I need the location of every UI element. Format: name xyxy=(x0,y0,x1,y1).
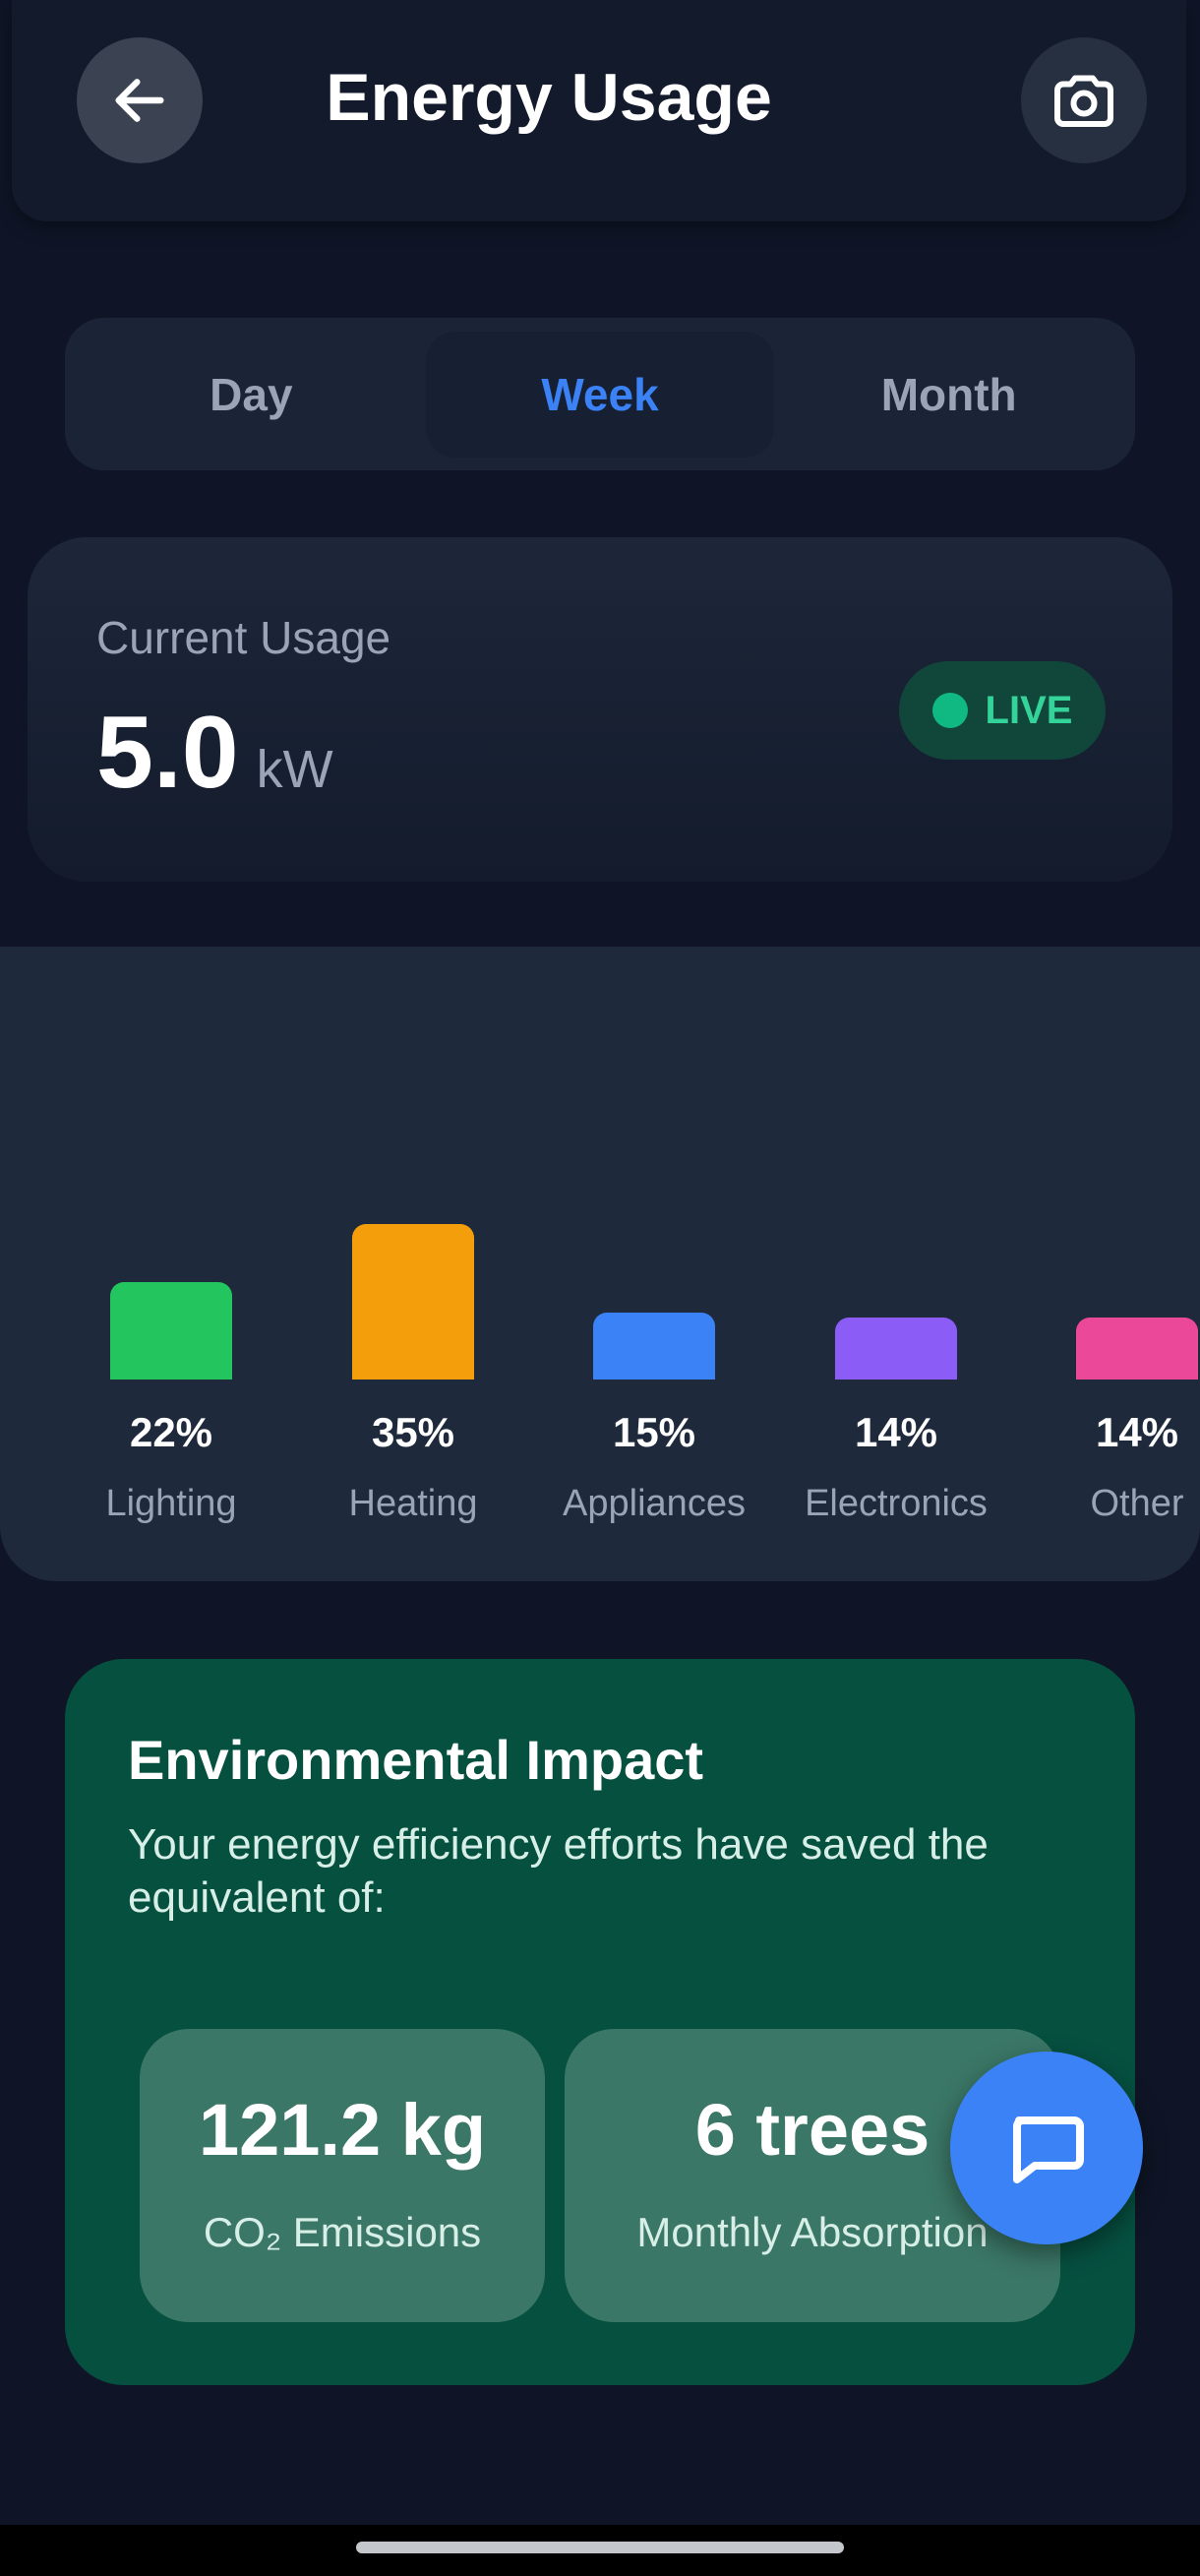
usage-value: 5.0 kW xyxy=(96,695,333,812)
chat-fab-button[interactable] xyxy=(950,2052,1143,2244)
home-indicator[interactable] xyxy=(356,2542,844,2553)
bar-percent: 35% xyxy=(371,1409,455,1455)
bar-percent: 14% xyxy=(854,1409,938,1455)
page-title: Energy Usage xyxy=(326,60,772,135)
bar-percent: 22% xyxy=(129,1409,213,1455)
bar-label: Heating xyxy=(348,1483,478,1524)
bar-lighting xyxy=(110,1282,232,1380)
co2-stat: 121.2 kg CO₂ Emissions xyxy=(140,2029,545,2322)
live-label: LIVE xyxy=(985,688,1073,732)
live-dot-icon xyxy=(931,693,968,728)
energy-usage-screen: Energy Usage Day Week Month Current Usag… xyxy=(0,0,1200,2576)
bar-percent: 14% xyxy=(1095,1409,1179,1455)
camera-button[interactable] xyxy=(1021,37,1147,163)
app-header: Energy Usage xyxy=(12,0,1186,221)
stat-label: CO₂ Emissions xyxy=(203,2209,482,2255)
bar-label: Appliances xyxy=(563,1483,746,1524)
bar-heating xyxy=(352,1224,474,1380)
env-title: Environmental Impact xyxy=(128,1729,704,1791)
camera-icon xyxy=(1054,75,1113,127)
usage-unit: kW xyxy=(256,740,333,799)
bar-label: Lighting xyxy=(105,1483,237,1524)
period-tabs: Day Week Month xyxy=(65,318,1135,470)
usage-number: 5.0 xyxy=(96,696,239,810)
tab-day[interactable]: Day xyxy=(77,332,426,458)
usage-label: Current Usage xyxy=(96,612,391,663)
tab-week[interactable]: Week xyxy=(425,331,775,458)
bar-percent: 15% xyxy=(612,1409,696,1455)
bar-electronics xyxy=(835,1318,957,1380)
bar-label: Other xyxy=(1090,1483,1184,1524)
bar-label: Electronics xyxy=(805,1483,988,1524)
live-badge: LIVE xyxy=(899,661,1106,760)
bar-appliances xyxy=(593,1313,715,1380)
usage-breakdown-chart: 22% Lighting 35% Heating 15% Appliances … xyxy=(0,947,1200,1581)
tab-month[interactable]: Month xyxy=(774,332,1123,458)
environmental-impact-card: Environmental Impact Your energy efficie… xyxy=(65,1659,1135,2385)
chat-icon xyxy=(1013,2116,1084,2183)
stat-value: 121.2 kg xyxy=(198,2089,487,2171)
bar-other xyxy=(1076,1318,1198,1380)
env-description: Your energy efficiency efforts have save… xyxy=(128,1820,989,1922)
current-usage-card: Current Usage 5.0 kW LIVE xyxy=(28,537,1172,882)
